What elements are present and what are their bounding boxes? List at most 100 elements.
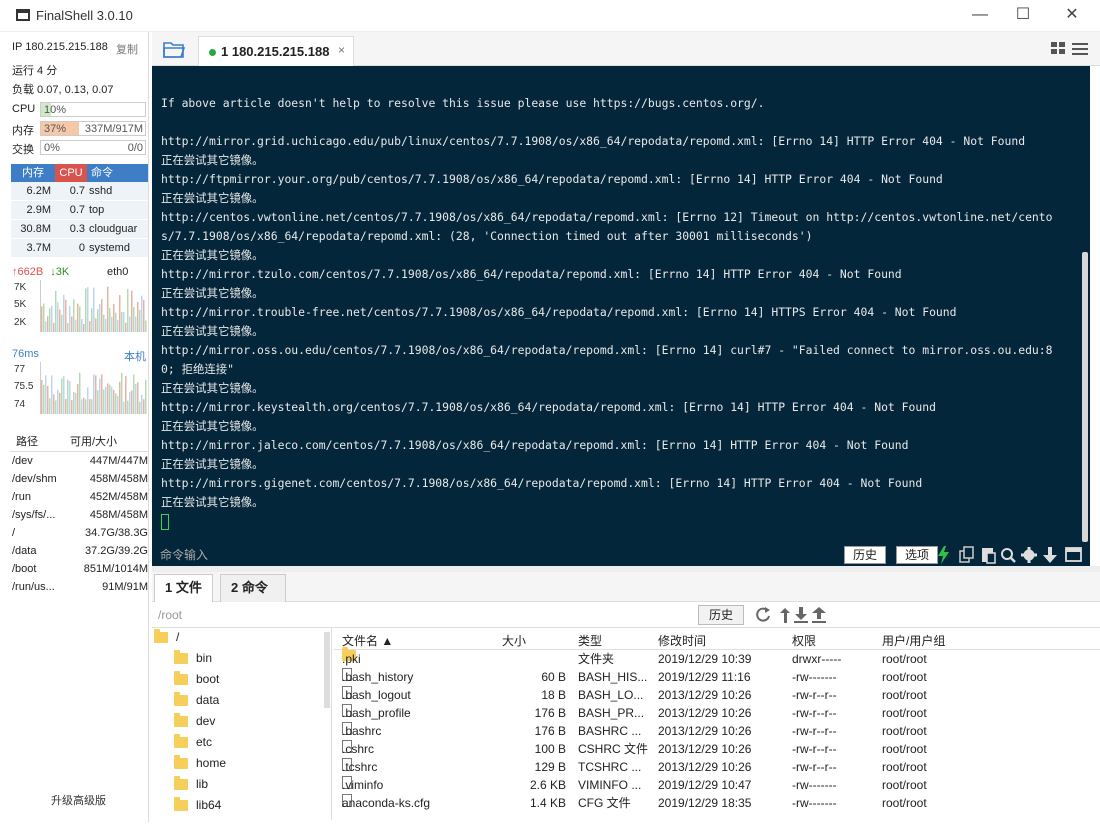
- file-mtime: 2019/12/29 18:35: [658, 796, 752, 810]
- disk-row[interactable]: /dev/shm 458M/458M: [10, 470, 148, 488]
- lightning-icon[interactable]: [938, 546, 949, 564]
- tree-scrollbar[interactable]: [324, 632, 330, 708]
- process-row[interactable]: 6.2M 0.7 sshd: [11, 182, 148, 201]
- path-history-button[interactable]: 历史: [698, 605, 745, 625]
- terminal-scrollbar[interactable]: [1082, 252, 1088, 542]
- history-button[interactable]: 历史: [844, 546, 887, 564]
- disk-row[interactable]: /boot 851M/1014M: [10, 560, 148, 578]
- disk-path: /: [12, 527, 16, 539]
- command-input[interactable]: 命令输入: [160, 546, 208, 563]
- maximize-button[interactable]: ☐: [1003, 4, 1043, 28]
- tree-item-data[interactable]: data: [174, 690, 219, 711]
- upload-icon[interactable]: [812, 607, 826, 623]
- chart-bar: [115, 393, 117, 414]
- disk-path: /run: [12, 491, 31, 503]
- chart-bar: [87, 287, 89, 332]
- col-owner[interactable]: 用户/用户组: [882, 632, 945, 649]
- file-size: 60 B: [541, 670, 566, 684]
- chart-bar: [75, 393, 77, 414]
- tree-item-boot[interactable]: boot: [174, 669, 219, 690]
- terminal-line: 正在尝试其它镜像。: [161, 419, 264, 433]
- disk-row[interactable]: /dev 447M/447M: [10, 452, 148, 470]
- file-list-header: 文件名 ▲ 大小 类型 修改时间 权限 用户/用户组: [334, 628, 1100, 650]
- file-perm: -rw-r--r--: [792, 724, 837, 738]
- options-button[interactable]: 选项: [896, 546, 939, 564]
- window-icon[interactable]: [1065, 547, 1082, 562]
- proc-header-cmd[interactable]: 命令: [87, 164, 148, 182]
- col-size[interactable]: 大小: [502, 632, 526, 649]
- chart-bar: [63, 375, 65, 414]
- search-icon[interactable]: [1001, 548, 1016, 563]
- grid-layout-icon[interactable]: [1050, 40, 1090, 58]
- process-row[interactable]: 30.8M 0.3 cloudguar: [11, 220, 148, 239]
- close-tab-icon[interactable]: ×: [338, 43, 345, 57]
- window-title: FinalShell 3.0.10: [36, 8, 133, 23]
- tree-item-etc[interactable]: etc: [174, 732, 212, 753]
- refresh-icon[interactable]: [756, 607, 770, 622]
- disk-row[interactable]: /run/us... 91M/91M: [10, 578, 148, 596]
- tree-item-bin[interactable]: bin: [174, 648, 212, 669]
- process-row[interactable]: 3.7M 0 systemd: [11, 239, 148, 258]
- file-row[interactable]: .cshrc 100 B CSHRC 文件 2013/12/29 10:26 -rw-r…: [334, 740, 974, 758]
- tree-root[interactable]: /: [154, 629, 179, 648]
- terminal[interactable]: If above article doesn't help to resolve…: [152, 66, 1090, 566]
- disk-row[interactable]: /sys/fs/... 458M/458M: [10, 506, 148, 524]
- tree-item-lib[interactable]: lib: [174, 774, 208, 795]
- proc-header-mem[interactable]: 内存: [11, 164, 55, 182]
- current-path-input[interactable]: /root: [158, 608, 182, 622]
- file-owner: root/root: [882, 688, 927, 702]
- chart-bar: [123, 311, 125, 332]
- chart-bar: [129, 316, 131, 332]
- tree-item-label: etc: [196, 735, 213, 749]
- disk-row[interactable]: /data 37.2G/39.2G: [10, 542, 148, 560]
- tree-item-dev[interactable]: dev: [174, 711, 215, 732]
- chart-bar: [105, 386, 107, 414]
- file-row[interactable]: .pki 文件夹 2019/12/29 10:39 drwxr----- root/ro…: [334, 647, 974, 668]
- proc-header-cpu[interactable]: CPU: [55, 164, 87, 182]
- col-permission[interactable]: 权限: [792, 632, 816, 649]
- folder-icon: [174, 734, 188, 749]
- file-row[interactable]: .bash_logout 18 B BASH_LO... 2013/12/29 10:…: [334, 686, 974, 704]
- tab-commands[interactable]: 2 命令: [220, 574, 286, 602]
- file-size: 176 B: [534, 706, 566, 720]
- minimize-button[interactable]: —: [960, 4, 1000, 28]
- swap-detail: 0/0: [127, 142, 143, 154]
- disk-row[interactable]: /run 452M/458M: [10, 488, 148, 506]
- file-name: .cshrc: [342, 742, 375, 756]
- file-panel-tabs: 1 文件 2 命令: [152, 572, 1100, 602]
- download-file-icon[interactable]: [794, 607, 808, 623]
- chart-bar: [85, 288, 87, 332]
- process-row[interactable]: 2.9M 0.7 top: [11, 201, 148, 220]
- gear-icon[interactable]: [1021, 547, 1037, 563]
- tab-files[interactable]: 1 文件: [154, 574, 213, 602]
- col-filename[interactable]: 文件名 ▲: [342, 632, 393, 649]
- file-row[interactable]: .bash_profile 176 B BASH_PR... 2013/12/29 1…: [334, 704, 974, 722]
- tree-item-label: lib64: [196, 798, 222, 812]
- paste-icon[interactable]: [982, 548, 996, 564]
- file-mtime: 2019/12/29 10:39: [658, 652, 752, 666]
- copy-icon[interactable]: [959, 546, 974, 563]
- file-row[interactable]: anaconda-ks.cfg 1.4 KB CFG 文件 2019/12/29 18…: [334, 794, 974, 812]
- col-mtime[interactable]: 修改时间: [658, 632, 706, 649]
- file-row[interactable]: .bashrc 176 B BASHRC ... 2013/12/29 10:26 -r…: [334, 722, 974, 740]
- upgrade-link[interactable]: 升级高级版: [8, 792, 149, 808]
- close-window-button[interactable]: ✕: [1052, 4, 1092, 28]
- ping-chart-graphic: [41, 372, 147, 414]
- download-icon[interactable]: [1043, 547, 1057, 563]
- folder-open-icon[interactable]: [162, 39, 186, 59]
- file-row[interactable]: .tcshrc 129 B TCSHRC ... 2013/12/29 10:26 -r…: [334, 758, 974, 776]
- file-name: .viminfo: [342, 778, 384, 792]
- col-type[interactable]: 类型: [578, 632, 602, 649]
- up-dir-icon[interactable]: [780, 608, 790, 623]
- copy-ip-link[interactable]: 复制: [116, 41, 138, 57]
- file-row[interactable]: .bash_history 60 B BASH_HIS... 2019/12/29 1…: [334, 668, 974, 686]
- disk-row[interactable]: / 34.7G/38.3G: [10, 524, 148, 542]
- chart-bar: [117, 319, 119, 332]
- file-row[interactable]: .viminfo 2.6 KB VIMINFO ... 2019/12/29 10:4…: [334, 776, 974, 794]
- tree-item-home[interactable]: home: [174, 753, 226, 774]
- disk-size: 452M/458M: [89, 491, 148, 503]
- tree-item-lib64[interactable]: lib64: [174, 795, 221, 816]
- session-tab[interactable]: 1 180.215.215.188 ×: [198, 36, 354, 66]
- chart-bar: [57, 389, 59, 414]
- terminal-line: http://mirror.keystealth.org/centos/7.7.…: [161, 400, 936, 414]
